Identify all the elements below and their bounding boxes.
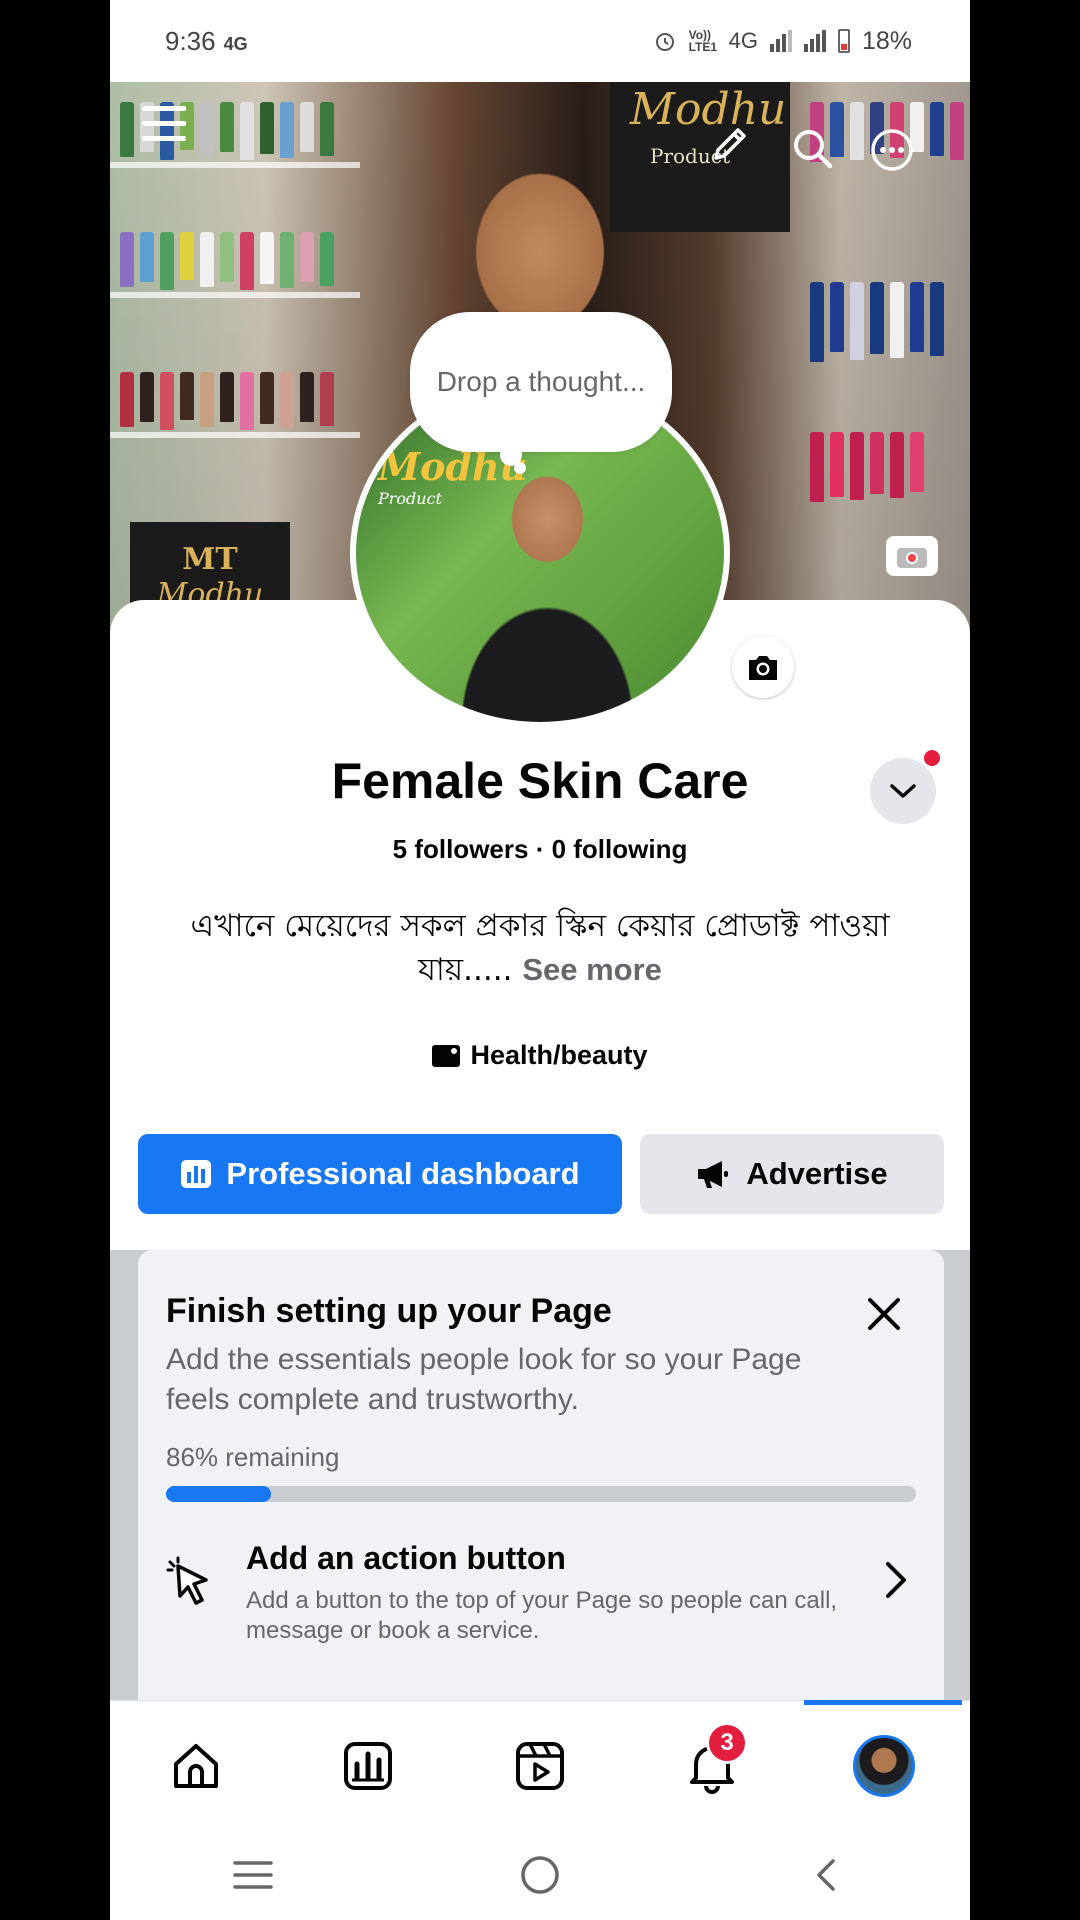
status-time: 9:36	[165, 25, 216, 56]
back-icon[interactable]	[805, 1853, 849, 1897]
notification-badge: 3	[706, 1721, 748, 1764]
bar-chart-icon	[181, 1160, 212, 1188]
page-bio: এখানে মেয়েদের সকল প্রকার স্কিন কেয়ার প…	[160, 904, 920, 992]
setup-description: Add the essentials people look for so yo…	[166, 1343, 802, 1416]
bubble-dot	[514, 462, 526, 474]
page-category: Health/beauty	[110, 1040, 970, 1071]
cursor-click-icon	[166, 1556, 208, 1605]
setup-progress-bar	[166, 1486, 916, 1502]
action-title: Add an action button	[246, 1540, 566, 1576]
status-network: 4G	[728, 28, 758, 53]
followers-count[interactable]: 5 followers	[393, 834, 529, 864]
search-icon	[794, 130, 833, 169]
tag-icon	[432, 1044, 461, 1067]
more-options-button[interactable]	[870, 128, 914, 172]
advertise-button[interactable]: Advertise	[640, 1134, 944, 1214]
shelf-products	[810, 282, 944, 362]
shelf-products	[120, 232, 334, 290]
nav-notifications[interactable]: 3	[672, 1721, 752, 1806]
setup-section: Finish setting up your Page Add the esse…	[110, 1250, 970, 1700]
more-horizontal-icon	[871, 129, 913, 171]
app-screen: 9:36 4G Vo)) LTE1 4G 18% Modhu Product M…	[110, 0, 970, 1920]
chevron-right-icon	[886, 1562, 906, 1598]
profile-avatar-small	[853, 1734, 915, 1797]
chevron-down-icon	[890, 784, 916, 798]
nav-dashboard[interactable]	[328, 1726, 408, 1806]
page-title: Female Skin Care	[331, 753, 749, 809]
edit-button[interactable]	[708, 122, 752, 166]
volte-indicator: Vo)) LTE1	[688, 28, 718, 54]
home-circle-icon[interactable]	[518, 1853, 562, 1897]
search-button[interactable]	[790, 126, 834, 170]
shelf-products	[120, 372, 334, 430]
bottom-navigation: 3	[110, 1700, 970, 1830]
alarm-icon	[655, 33, 674, 51]
cover-logo-mark: MT	[182, 542, 238, 577]
following-count[interactable]: 0 following	[552, 834, 688, 864]
status-network-small: 4G	[223, 33, 248, 54]
nav-home[interactable]	[156, 1726, 236, 1806]
menu-icon	[142, 106, 186, 111]
follow-stats: 5 followers · 0 following	[110, 834, 970, 865]
action-description: Add a button to the top of your Page so …	[246, 1587, 838, 1644]
camera-icon	[897, 548, 927, 568]
home-icon	[174, 1743, 218, 1788]
close-setup-button[interactable]	[864, 1294, 904, 1334]
shelf-products	[810, 432, 924, 502]
thought-placeholder: Drop a thought...	[436, 366, 646, 397]
recent-apps-icon[interactable]	[231, 1857, 275, 1893]
nav-reels[interactable]	[500, 1726, 580, 1806]
signal-2-icon	[803, 30, 826, 52]
status-bar: 9:36 4G Vo)) LTE1 4G 18%	[110, 0, 970, 82]
nav-profile[interactable]	[844, 1726, 924, 1806]
setup-title: Finish setting up your Page	[166, 1292, 612, 1330]
menu-button[interactable]	[142, 106, 186, 146]
notification-dot	[922, 748, 942, 768]
close-icon	[868, 1298, 900, 1330]
see-more-link[interactable]: See more	[522, 952, 662, 987]
active-tab-indicator	[804, 1700, 962, 1705]
stats-separator: ·	[528, 834, 552, 864]
setup-card: Finish setting up your Page Add the esse…	[138, 1250, 944, 1700]
professional-dashboard-button[interactable]: Professional dashboard	[138, 1134, 622, 1214]
add-action-button-item[interactable]: Add an action button Add a button to the…	[166, 1540, 916, 1660]
advertise-label: Advertise	[746, 1156, 888, 1191]
edit-profile-photo-button[interactable]	[732, 636, 794, 698]
pencil-icon	[714, 128, 746, 160]
megaphone-icon	[698, 1161, 729, 1188]
category-label: Health/beauty	[470, 1040, 648, 1070]
edit-cover-photo-button[interactable]	[886, 536, 938, 576]
professional-dashboard-label: Professional dashboard	[226, 1156, 580, 1191]
system-navigation-bar	[110, 1830, 970, 1920]
avatar-brand-sub: Product	[378, 489, 442, 508]
video-icon	[516, 1741, 564, 1790]
setup-progress-fill	[166, 1486, 271, 1502]
dashboard-chart-icon	[344, 1741, 392, 1790]
progress-label: 86% remaining	[166, 1442, 340, 1472]
signal-icon	[769, 30, 792, 52]
profile-switcher-button[interactable]	[870, 758, 936, 824]
battery-icon	[837, 29, 850, 53]
thought-bubble[interactable]: Drop a thought...	[410, 312, 672, 452]
battery-percent: 18%	[861, 26, 912, 55]
camera-icon	[749, 656, 777, 680]
